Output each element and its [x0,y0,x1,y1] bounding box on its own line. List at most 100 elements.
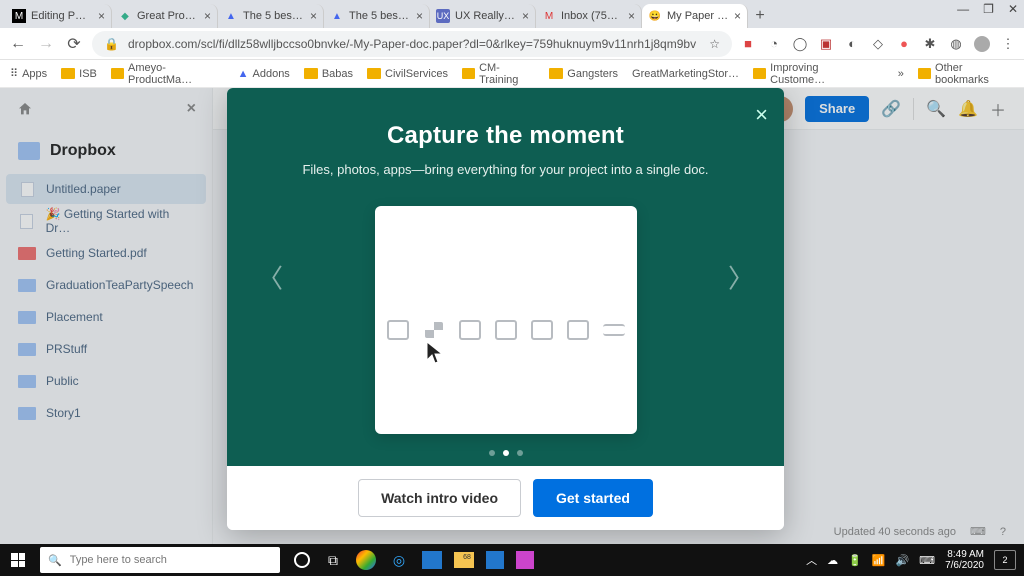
modal-close-icon[interactable]: × [755,102,768,128]
bookmark-label: Addons [253,68,290,80]
bookmark-item[interactable]: Babas [304,68,353,80]
tray-onedrive-icon[interactable]: ☁ [827,554,838,567]
taskbar-app-chrome[interactable] [356,550,376,570]
folder-icon [111,68,124,79]
lock-icon: 🔒 [104,37,120,51]
tray-language-icon[interactable]: ⌨ [919,554,935,567]
tab-title: UX ReallyGoodUX | P [455,10,517,22]
tab-title: My Paper doc [667,10,729,22]
extension-icon[interactable]: ◐ [844,36,860,52]
browser-tab[interactable]: M Editing PM's guide × [6,4,112,28]
forward-button[interactable]: → [36,35,56,53]
tray-wifi-icon[interactable]: 📶 [872,554,886,567]
carousel-next-icon[interactable]: 〉 [728,259,754,296]
apps-button[interactable]: ⠿ Apps [10,67,47,80]
taskbar-search[interactable]: 🔍 Type here to search [40,547,280,573]
start-button[interactable] [0,544,36,576]
bookmark-label: Apps [22,68,47,80]
address-bar[interactable]: 🔒 dropbox.com/scl/fi/dllz58wlljbccso0bnv… [92,31,732,57]
browser-tab-active[interactable]: 😀 My Paper doc × [642,4,748,28]
carousel-dot[interactable] [489,450,495,456]
tab-title: Inbox (755) - vikra [561,10,623,22]
browser-tab[interactable]: ▲ The 5 best user on × [324,4,430,28]
browser-tab[interactable]: ▲ The 5 best walkth × [218,4,324,28]
window-restore-icon[interactable]: ❐ [983,2,994,16]
extension-icon[interactable]: ◔ [766,36,782,52]
tab-close-icon[interactable]: × [310,9,317,23]
search-placeholder: Type here to search [70,554,167,566]
browser-tab[interactable]: ◆ Great Product Tou × [112,4,218,28]
checkbox-icon [567,320,589,340]
carousel-prev-icon[interactable]: 〈 [257,259,283,296]
carousel-dot-active[interactable] [503,450,509,456]
tray-volume-icon[interactable]: 🔊 [895,554,909,567]
clock-time: 8:49 AM [945,549,984,560]
bookmarks-overflow-icon[interactable]: » [898,68,904,80]
tab-close-icon[interactable]: × [416,9,423,23]
bookmarks-bar: ⠿ Apps ISB Ameyo-ProductMa… ▲Addons Babas… [0,60,1024,88]
reload-button[interactable]: ⟳ [64,34,84,54]
extension-icon[interactable]: ◯ [792,36,808,52]
new-tab-button[interactable]: + [748,4,772,28]
bookmark-item[interactable]: GreatMarketingStor… [632,68,739,80]
cursor-icon [425,340,445,366]
taskbar-app-snip[interactable] [516,551,534,569]
extension-icon[interactable]: ◍ [948,36,964,52]
extension-icon[interactable]: ● [896,36,912,52]
taskbar-app-store[interactable] [486,551,504,569]
browser-tab[interactable]: M Inbox (755) - vikra × [536,4,642,28]
window-close-icon[interactable]: ✕ [1008,2,1018,16]
action-center-icon[interactable]: 2 [994,550,1016,570]
tray-chevron-up-icon[interactable]: ︿ [806,552,817,568]
taskbar-app-edge[interactable]: ◎ [388,549,410,571]
extension-icon[interactable]: ■ [740,36,756,52]
tab-close-icon[interactable]: × [628,9,635,23]
bookmark-item[interactable]: Gangsters [549,68,618,80]
list-icon [603,324,625,336]
bookmark-star-icon[interactable]: ☆ [709,37,720,51]
other-bookmarks[interactable]: Other bookmarks [918,62,1014,86]
tab-close-icon[interactable]: × [204,9,211,23]
bookmark-item[interactable]: Improving Custome… [753,62,870,86]
extension-icon[interactable]: ✱ [922,36,938,52]
insert-app-icon [387,320,409,340]
taskbar-app-explorer[interactable]: 68 [454,552,474,568]
bookmark-label: ISB [79,68,97,80]
task-view-icon[interactable]: ⧉ [322,549,344,571]
modal-heading: Capture the moment [227,122,784,150]
tab-title: Great Product Tou [137,10,199,22]
windows-taskbar: 🔍 Type here to search ⧉ ◎ 68 ︿ ☁ 🔋 📶 🔊 ⌨… [0,544,1024,576]
folder-icon [367,68,381,79]
bookmark-item[interactable]: ▲Addons [238,68,290,80]
tray-clock[interactable]: 8:49 AM 7/6/2020 [945,549,984,571]
tray-battery-icon[interactable]: 🔋 [848,554,862,567]
bookmark-item[interactable]: ISB [61,68,97,80]
bookmark-item[interactable]: CM-Training [462,62,535,86]
profile-avatar-icon[interactable] [974,36,990,52]
cortana-icon[interactable] [294,552,310,568]
browser-tab[interactable]: UX UX ReallyGoodUX | P × [430,4,536,28]
bookmark-item[interactable]: Ameyo-ProductMa… [111,62,224,86]
modal-actions: Watch intro video Get started [227,466,784,530]
get-started-button[interactable]: Get started [533,479,653,517]
notif-count: 2 [1002,555,1007,565]
extension-icon[interactable]: ▣ [818,36,834,52]
bookmark-item[interactable]: CivilServices [367,68,448,80]
favicon-icon: 😀 [648,9,662,23]
extension-icon[interactable]: ◇ [870,36,886,52]
folder-icon [918,68,931,79]
folder-icon [462,68,475,79]
taskbar-app-mail[interactable] [422,551,442,569]
tab-close-icon[interactable]: × [522,9,529,23]
bookmark-label: Improving Custome… [770,62,870,86]
carousel-dot[interactable] [517,450,523,456]
tab-close-icon[interactable]: × [98,9,105,23]
browser-menu-icon[interactable]: ⋮ [1000,36,1016,52]
carousel-slide [375,206,637,434]
tab-close-icon[interactable]: × [734,9,741,23]
back-button[interactable]: ← [8,35,28,53]
onboarding-modal: × Capture the moment Files, photos, apps… [227,88,784,530]
watch-intro-button[interactable]: Watch intro video [358,479,521,517]
apps-grid-icon: ⠿ [10,67,18,80]
window-minimize-icon[interactable]: — [957,2,969,16]
